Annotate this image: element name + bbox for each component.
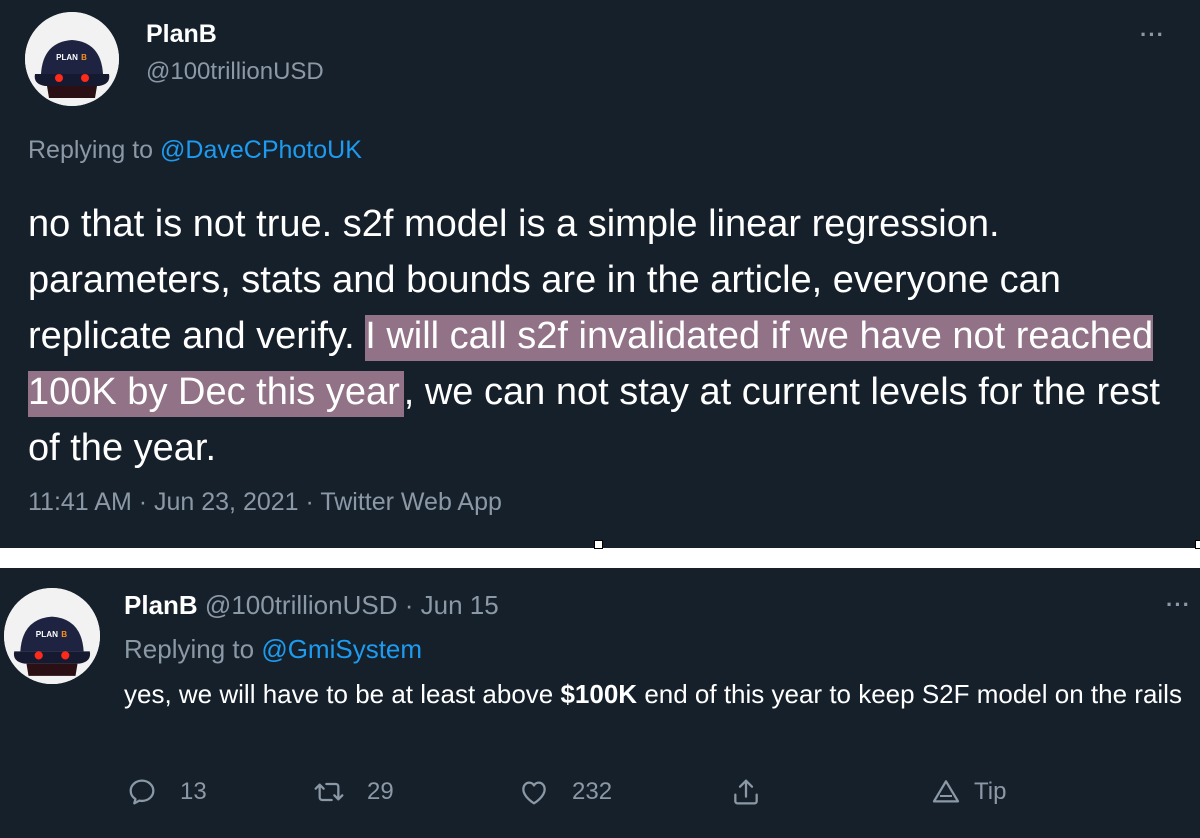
tweet-header: PlanB @100trillionUSD · Jun 15 [124,590,499,621]
svg-text:PLAN: PLAN [36,630,58,639]
tweet-date[interactable]: Jun 23, 2021 [154,488,299,516]
tweet-time[interactable]: 11:41 AM [28,488,132,516]
user-handle[interactable]: @100trillionUSD [205,590,398,620]
divider [0,548,1200,568]
reply-icon [129,779,155,805]
user-handle[interactable]: @100trillionUSD [146,58,324,86]
tip-button[interactable]: Tip [930,776,1006,808]
reply-button[interactable]: 13 [126,776,207,808]
tweet-text: yes, we will have to be at least above $… [124,674,1194,714]
tweet-card-2: PLAN B PlanB @100trillionUSD · Jun 15 ··… [0,568,1200,838]
meta-separator: · [397,590,421,620]
tip-icon [932,780,960,803]
like-button[interactable]: 232 [518,776,612,808]
divider-handle [1195,540,1200,549]
svg-text:PLAN: PLAN [56,53,78,62]
meta-separator: · [298,488,321,516]
svg-text:B: B [61,630,67,639]
share-button[interactable] [730,776,784,808]
share-icon [734,779,758,805]
retweet-count: 29 [367,778,394,805]
avatar[interactable]: PLAN B [4,588,100,684]
avatar-cap-image: PLAN B [25,12,119,106]
more-options-icon[interactable]: ··· [1166,592,1191,618]
retweet-button[interactable]: 29 [313,776,394,808]
display-name[interactable]: PlanB [146,20,217,49]
reply-count: 13 [180,778,207,805]
tweet-date[interactable]: Jun 15 [421,590,499,620]
tweet-text-part: yes, we will have to be at least above [124,679,561,709]
retweet-icon [314,782,344,802]
mention-link[interactable]: @DaveCPhotoUK [160,136,362,164]
reply-context: Replying to @GmiSystem [124,634,422,665]
reply-prefix: Replying to [28,136,161,164]
reply-context: Replying to @DaveCPhotoUK [28,136,362,165]
reply-prefix: Replying to [124,634,262,664]
tip-label: Tip [974,778,1007,805]
like-count: 232 [572,778,613,805]
avatar-cap-image: PLAN B [4,588,100,684]
tweet-metadata: 11:41 AM · Jun 23, 2021 · Twitter Web Ap… [28,488,502,517]
tweet-actions: 13 29 232 Tip [0,776,1200,816]
heart-icon [522,781,546,805]
display-name[interactable]: PlanB [124,590,198,620]
mention-link[interactable]: @GmiSystem [261,634,422,664]
meta-separator: · [131,488,154,516]
tweet-text-part: end of this year to keep S2F model on th… [637,679,1182,709]
tweet-text: no that is not true. s2f model is a simp… [28,196,1188,476]
tweet-card-1: PLAN B PlanB @100trillionUSD ··· Replyin… [0,0,1200,548]
divider-handle [594,540,603,549]
more-options-icon[interactable]: ··· [1140,22,1165,48]
svg-text:B: B [81,53,87,62]
avatar[interactable]: PLAN B [25,12,119,106]
tweet-text-bold: $100K [560,679,638,709]
tweet-source[interactable]: Twitter Web App [320,488,502,516]
